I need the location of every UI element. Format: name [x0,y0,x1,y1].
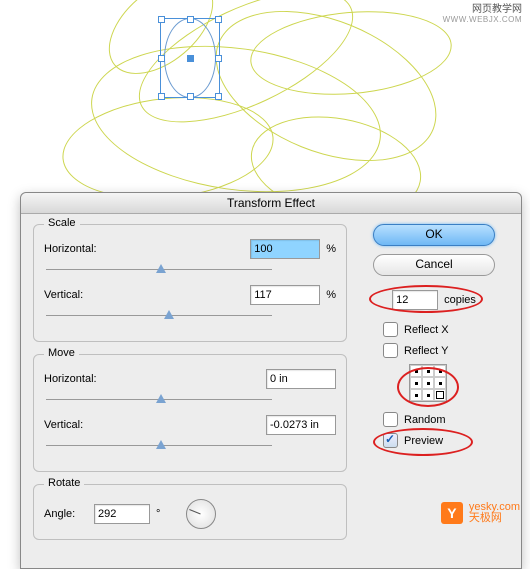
reflect-x-checkbox[interactable] [383,322,398,337]
scale-v-slider[interactable] [44,309,274,323]
move-h-label: Horizontal: [44,373,114,385]
watermark-top-cn: 网页教学网 [443,5,522,15]
yesky-logo-icon: Y [441,502,463,524]
watermark-top-en: WWW.WEBJX.COM [443,15,522,25]
move-v-label: Vertical: [44,419,114,431]
random-label: Random [404,414,446,426]
selection-bounds [160,18,220,98]
scale-h-field[interactable] [250,239,320,259]
rotate-angle-unit: ° [156,508,160,520]
canvas-area [0,0,530,200]
reflect-x-label: Reflect X [404,324,449,336]
reflect-y-label: Reflect Y [404,345,448,357]
copies-label: copies [444,294,476,306]
move-group: Move Horizontal: Vertical: [33,354,347,472]
watermark-bottom: Y yesky.com 天极网 [441,502,520,524]
registration-point-grid[interactable] [409,364,447,402]
copies-field[interactable] [392,290,438,310]
move-v-field[interactable] [266,415,336,435]
preview-checkbox[interactable] [383,433,398,448]
angle-dial[interactable] [186,499,216,529]
ok-button[interactable]: OK [373,224,495,246]
move-h-slider[interactable] [44,393,274,407]
reflect-y-checkbox[interactable] [383,343,398,358]
scale-legend: Scale [44,217,80,229]
rotate-angle-field[interactable] [94,504,150,524]
rotate-group: Rotate Angle: ° [33,484,347,540]
random-checkbox[interactable] [383,412,398,427]
scale-v-unit: % [326,289,336,301]
watermark-top: 网页教学网 WWW.WEBJX.COM [443,5,522,25]
move-v-slider[interactable] [44,439,274,453]
rotate-angle-label: Angle: [44,508,88,520]
scale-h-label: Horizontal: [44,243,114,255]
scale-h-unit: % [326,243,336,255]
yesky-name: 天极网 [469,513,520,524]
scale-v-field[interactable] [250,285,320,305]
preview-label: Preview [404,435,443,447]
move-h-field[interactable] [266,369,336,389]
rotate-legend: Rotate [44,477,84,489]
cancel-button[interactable]: Cancel [373,254,495,276]
scale-h-slider[interactable] [44,263,274,277]
move-legend: Move [44,347,79,359]
dialog-title: Transform Effect [21,193,521,214]
scale-v-label: Vertical: [44,289,114,301]
scale-group: Scale Horizontal: % Vertical: % [33,224,347,342]
